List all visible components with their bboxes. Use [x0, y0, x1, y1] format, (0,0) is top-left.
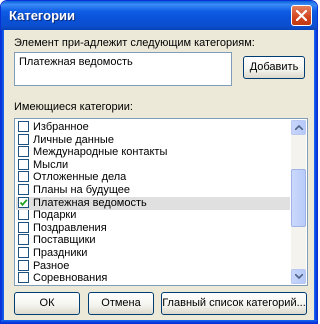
category-list-item[interactable]: Платежная ведомость [16, 196, 290, 210]
category-checkbox[interactable] [18, 247, 29, 258]
category-checkbox[interactable] [18, 221, 29, 233]
category-checkbox[interactable] [18, 196, 29, 208]
window-title: Категории [9, 8, 76, 23]
category-checkbox[interactable] [18, 171, 29, 183]
category-label: Мысли [33, 158, 69, 171]
scroll-up-button[interactable] [291, 120, 306, 135]
category-checkbox[interactable] [18, 259, 29, 271]
category-list-item[interactable]: Планы на будущее [16, 184, 290, 197]
window-frame-right [314, 30, 317, 323]
category-list-item[interactable]: Отложенные дела [16, 171, 290, 184]
assigned-categories-value: Платежная ведомость [19, 56, 133, 68]
category-checkbox[interactable] [18, 158, 29, 170]
master-category-list-button[interactable]: Главный список категорий... [161, 292, 307, 315]
scroll-thumb[interactable] [291, 169, 306, 227]
category-checkbox[interactable] [18, 272, 29, 284]
category-checkbox[interactable] [18, 121, 29, 132]
categories-dialog: Категории Элемент при-адлежит следующим … [0, 0, 318, 324]
arrow-up-icon [295, 125, 303, 130]
assigned-categories-field[interactable]: Платежная ведомость [14, 52, 232, 86]
categories-list[interactable]: Соревнования Разное Праздники Поставщики Поз… [14, 118, 308, 286]
ok-button[interactable]: ОК [14, 292, 80, 315]
category-list-item[interactable]: Поздравления [16, 221, 290, 235]
category-list-item[interactable]: Подарки [16, 209, 290, 222]
category-label: Избранное [33, 121, 89, 133]
arrow-down-icon [295, 274, 303, 279]
category-label: Платежная ведомость [33, 196, 147, 209]
category-list-item[interactable]: Праздники [16, 247, 290, 260]
category-list-item[interactable]: Личные данные [16, 133, 290, 147]
window-frame-bottom [1, 320, 317, 323]
category-checkbox[interactable] [18, 209, 29, 221]
category-label: Разное [33, 259, 70, 272]
category-list-item[interactable]: Избранное [16, 121, 290, 134]
category-list-item[interactable]: Международные контакты [16, 146, 290, 159]
category-label: Международные контакты [33, 146, 168, 159]
category-list-item[interactable]: Разное [16, 259, 290, 273]
category-label: Планы на будущее [33, 184, 131, 196]
cancel-button[interactable]: Отмена [88, 292, 154, 315]
category-checkbox[interactable] [18, 184, 29, 195]
close-icon [296, 10, 307, 21]
checkmark-icon [19, 198, 28, 206]
available-categories-label: Имеющиеся категории: [14, 101, 133, 113]
category-list-item[interactable]: Соревнования [16, 272, 290, 285]
window-frame-left [1, 30, 4, 323]
title-bar[interactable]: Категории [1, 1, 317, 30]
assigned-categories-label: Элемент при-адлежит следующим категориям… [14, 37, 255, 49]
category-label: Подарки [33, 209, 77, 222]
category-label: Соревнования [33, 272, 108, 285]
category-checkbox[interactable] [18, 234, 29, 246]
list-scrollbar[interactable] [291, 120, 306, 284]
category-label: Поставщики [33, 234, 96, 247]
category-list-item[interactable]: Поставщики [16, 234, 290, 247]
category-label: Личные данные [33, 133, 114, 146]
category-list-item[interactable]: Мысли [16, 158, 290, 172]
category-label: Отложенные дела [33, 171, 127, 184]
category-label: Праздники [33, 247, 88, 259]
category-checkbox[interactable] [18, 133, 29, 145]
category-label: Поздравления [33, 221, 107, 234]
add-button[interactable]: Добавить [243, 56, 305, 79]
scroll-down-button[interactable] [291, 269, 306, 284]
close-button[interactable] [291, 5, 312, 26]
category-checkbox[interactable] [18, 146, 29, 158]
